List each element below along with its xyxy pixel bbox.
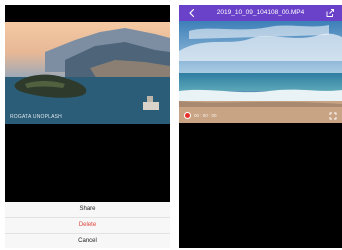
coastal-photo[interactable]: ROGATA UNOPLASH — [5, 22, 170, 124]
video-player[interactable]: 00 : 00 : 00 — [179, 21, 342, 123]
action-sheet: Share Delete Cancel — [5, 202, 170, 248]
top-bar — [5, 5, 170, 22]
empty-area — [179, 123, 342, 248]
fullscreen-icon[interactable] — [329, 112, 337, 120]
share-icon[interactable] — [325, 8, 335, 18]
share-button[interactable]: Share — [5, 202, 170, 218]
beach-scene-image — [179, 21, 342, 123]
empty-area — [5, 124, 170, 202]
photo-viewer-screen: ROGATA UNOPLASH Share Delete Cancel — [5, 5, 170, 248]
record-dot-icon[interactable] — [184, 112, 191, 119]
coastal-landscape-image — [5, 28, 170, 124]
video-header: 2019_10_09_104108_00.MP4 — [179, 5, 342, 21]
screenshot-root: ROGATA UNOPLASH Share Delete Cancel 2019… — [0, 0, 342, 250]
chevron-left-icon[interactable] — [187, 8, 197, 18]
delete-button[interactable]: Delete — [5, 218, 170, 234]
photo-watermark: ROGATA UNOPLASH — [10, 114, 62, 120]
video-player-screen: 2019_10_09_104108_00.MP4 00: 00: 00 — [179, 5, 342, 248]
video-controls: 00 : 00 : 00 — [179, 109, 342, 123]
video-filename: 2019_10_09_104108_00.MP4 — [216, 9, 305, 16]
cancel-button[interactable]: Cancel — [5, 234, 170, 248]
video-timestamp: 00 : 00 : 00 — [194, 113, 217, 118]
